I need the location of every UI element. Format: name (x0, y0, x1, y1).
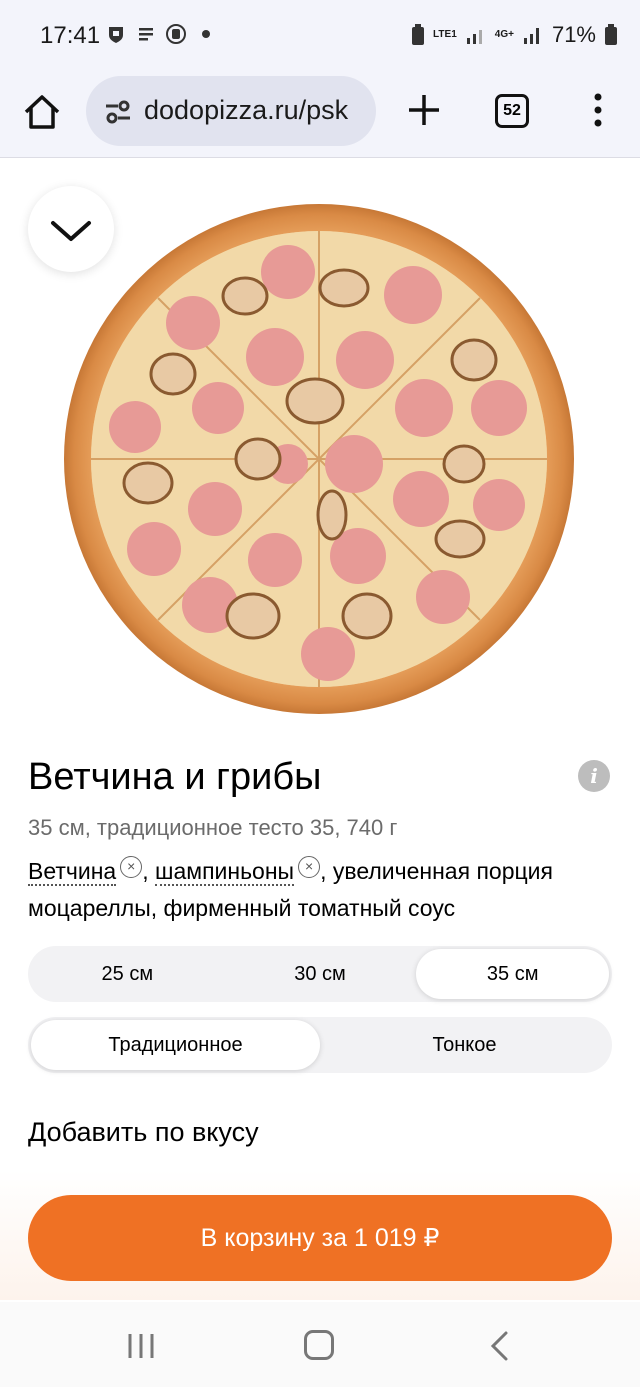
shield-icon (109, 27, 123, 43)
ingredient-mushrooms[interactable]: шампиньоны (155, 858, 295, 886)
browser-toolbar: dodopizza.ru/psk 52 (0, 72, 640, 158)
plus-icon[interactable] (404, 90, 444, 130)
battery-saver-icon (412, 24, 425, 45)
dough-option-traditional[interactable]: Традиционное (31, 1020, 320, 1070)
ingredients-text: Ветчина ×, шампиньоны ×, увеличенная порци… (28, 853, 618, 927)
battery-icon (605, 24, 617, 45)
size-selector: 25 см 30 см 35 см (28, 946, 612, 1002)
dough-selector: Традиционное Тонкое (28, 1017, 612, 1073)
network-b-label: 4G+ (494, 29, 514, 40)
status-bar: 17:41 LTE1 4G+ 71% (0, 0, 640, 72)
status-notification-icons (106, 24, 216, 44)
back-icon[interactable] (486, 1330, 514, 1362)
chevron-down-icon (51, 221, 91, 241)
home-icon[interactable] (20, 90, 64, 134)
collapse-button[interactable] (28, 186, 114, 272)
remove-mushrooms-icon[interactable]: × (298, 856, 321, 878)
address-bar[interactable]: dodopizza.ru/psk (86, 76, 376, 146)
battery-percent: 71% (551, 22, 596, 47)
size-option-30[interactable]: 30 см (224, 949, 417, 999)
product-subtitle: 35 см, традиционное тесто 35, 740 г (28, 815, 398, 840)
product-title: Ветчина и грибы (28, 756, 322, 798)
signal-icon (466, 30, 482, 44)
add-to-cart-button[interactable]: В корзину за 1 019 ₽ (28, 1195, 612, 1281)
dot-icon (202, 30, 210, 38)
tabs-button[interactable]: 52 (495, 94, 529, 128)
notes-icon (139, 28, 153, 41)
app-notification-icon (166, 24, 186, 44)
status-right-group: LTE1 4G+ 71% (411, 22, 618, 48)
network-a-label: LTE1 (433, 29, 457, 40)
remove-ham-icon[interactable]: × (120, 856, 143, 878)
status-time: 17:41 (40, 22, 101, 49)
info-icon[interactable]: i (578, 760, 610, 792)
pizza-image (64, 204, 574, 714)
url-text[interactable]: dodopizza.ru/psk (144, 95, 348, 126)
size-option-35[interactable]: 35 см (416, 949, 610, 999)
nav-home-icon[interactable] (304, 1330, 334, 1360)
site-settings-icon[interactable] (104, 98, 132, 126)
ingredient-separator: , (142, 858, 149, 884)
size-option-25[interactable]: 25 см (31, 949, 224, 999)
system-nav-bar (0, 1302, 640, 1387)
more-vert-icon[interactable] (588, 90, 608, 130)
dough-option-thin[interactable]: Тонкое (320, 1020, 609, 1070)
add-to-taste-title: Добавить по вкусу (28, 1117, 259, 1147)
recents-icon[interactable] (126, 1332, 156, 1360)
signal-icon-2 (523, 28, 539, 44)
ingredient-ham[interactable]: Ветчина (28, 858, 117, 886)
